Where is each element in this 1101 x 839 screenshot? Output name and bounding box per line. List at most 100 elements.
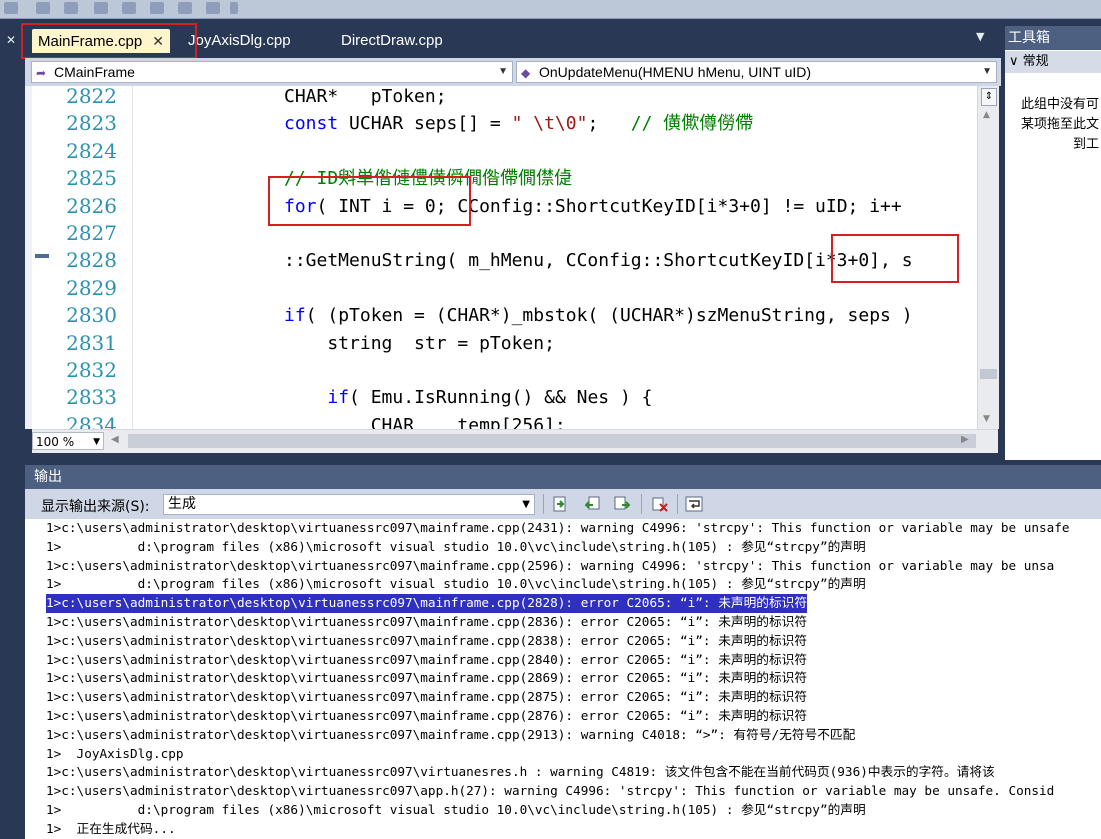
clear-all-icon[interactable]	[651, 495, 669, 513]
code-line: string str = pToken;	[284, 330, 555, 357]
output-line[interactable]: 1>c:\users\administrator\desktop\virtuan…	[46, 688, 1070, 707]
line-number: 2834	[66, 412, 117, 429]
toolbox-empty-text-1: 此组中没有可	[1021, 97, 1100, 112]
horizontal-scroll-thumb[interactable]	[128, 434, 976, 448]
output-text: 1> JoyAxisDlg.cpp	[46, 745, 184, 761]
code-token: string str = pToken;	[284, 332, 555, 354]
close-icon[interactable]: ✕	[6, 33, 16, 47]
output-line[interactable]: 1>c:\users\administrator\desktop\virtuan…	[46, 782, 1070, 801]
chevron-down-icon: ▼	[522, 499, 530, 510]
code-line: CHAR temp[256];	[284, 412, 566, 429]
vertical-scrollbar[interactable]: ⇕ ▲ ▼	[977, 86, 999, 429]
string-token: " \t\0"	[511, 113, 588, 135]
scroll-right-icon[interactable]: ▶	[961, 434, 969, 445]
zoom-value: 100 %	[36, 435, 75, 449]
output-text: 1>c:\users\administrator\desktop\virtuan…	[46, 557, 1055, 573]
code-token: ( (pToken = (CHAR*)_mbstok( (UCHAR*)szMe…	[305, 305, 913, 327]
redo-icon[interactable]	[64, 2, 78, 14]
scroll-thumb[interactable]	[980, 369, 997, 379]
code-token: CHAR* pToken;	[284, 86, 447, 107]
highlight-box-active-tab	[21, 23, 197, 59]
zoom-selector[interactable]: 100 % ▼	[32, 432, 104, 450]
collapse-icon[interactable]: ∨	[1009, 54, 1023, 69]
tab-list-dropdown-icon[interactable]: ▼	[976, 30, 984, 43]
output-text-area[interactable]: 1>c:\users\administrator\desktop\virtuan…	[25, 519, 1101, 839]
toolbox-empty-text-2: 某项拖至此文	[1021, 117, 1100, 132]
toolbar-divider	[677, 494, 678, 514]
bookmark-icon[interactable]	[150, 2, 164, 14]
clear-bookmarks-icon[interactable]	[206, 2, 220, 14]
highlight-box-for-statement	[268, 176, 471, 226]
tab-label: DirectDraw.cpp	[341, 32, 443, 49]
output-line[interactable]: 1>c:\users\administrator\desktop\virtuan…	[46, 669, 1070, 688]
output-text: 1>c:\users\administrator\desktop\virtuan…	[46, 670, 808, 686]
toolbar-overflow-icon[interactable]	[230, 2, 238, 14]
editor-margin	[25, 86, 32, 429]
line-number: 2832	[66, 358, 117, 382]
scroll-up-icon[interactable]: ▲	[983, 110, 990, 120]
output-text: 1>c:\users\administrator\desktop\virtuan…	[46, 520, 1070, 535]
output-panel-title: 输出	[25, 465, 1101, 489]
output-text: 1>c:\users\administrator\desktop\virtuan…	[46, 632, 808, 648]
output-line[interactable]: 1>c:\users\administrator\desktop\virtuan…	[46, 707, 1070, 726]
line-number: 2824	[66, 138, 117, 163]
next-message-icon[interactable]	[613, 495, 631, 513]
chevron-down-icon: ▼	[93, 437, 100, 447]
line-number: 2822	[66, 86, 117, 108]
class-selector[interactable]: ➦ CMainFrame ▼	[31, 61, 513, 83]
line-number: 2828	[66, 248, 117, 273]
output-source-select[interactable]: 生成 ▼	[163, 494, 535, 515]
output-line[interactable]: 1>c:\users\administrator\desktop\virtuan…	[46, 557, 1070, 576]
toolbox-group-general[interactable]: ∨ 常规	[1005, 51, 1101, 73]
class-selector-value: CMainFrame	[54, 64, 135, 80]
output-text: 1>c:\users\administrator\desktop\virtuan…	[46, 783, 1055, 799]
group-label: 常规	[1022, 54, 1049, 69]
output-line[interactable]: 1> 正在生成代码...	[46, 820, 1070, 839]
output-text: 1> d:\program files (x86)\microsoft visu…	[46, 576, 866, 592]
code-token: ;	[587, 113, 631, 135]
output-text: 1>c:\users\administrator\desktop\virtuan…	[46, 764, 995, 780]
code-line: if( Emu.IsRunning() && Nes ) {	[284, 384, 652, 411]
highlight-box-index-expression	[831, 234, 959, 283]
next-bookmark-icon[interactable]	[178, 2, 192, 14]
output-line[interactable]: 1>c:\users\administrator\desktop\virtuan…	[46, 726, 1070, 745]
code-token: UCHAR seps[] =	[338, 113, 512, 135]
output-text: 1>c:\users\administrator\desktop\virtuan…	[46, 689, 808, 705]
class-icon: ➦	[36, 66, 47, 80]
output-line[interactable]: 1>c:\users\administrator\desktop\virtuan…	[46, 519, 1070, 538]
output-line[interactable]: 1>c:\users\administrator\desktop\virtuan…	[46, 632, 1070, 651]
tab-directdraw[interactable]: DirectDraw.cpp	[341, 29, 443, 53]
output-text: 1> d:\program files (x86)\microsoft visu…	[46, 801, 866, 817]
code-line: if( (pToken = (CHAR*)_mbstok( (UCHAR*)sz…	[284, 302, 913, 329]
navigation-bar: ➦ CMainFrame ▼ ◆ OnUpdateMenu(HMENU hMenu,…	[25, 58, 1001, 86]
split-window-icon[interactable]: ⇕	[981, 88, 997, 106]
go-to-error-icon[interactable]	[551, 495, 569, 513]
line-number: 2831	[66, 330, 117, 355]
navigate-forward-icon[interactable]	[122, 2, 136, 14]
output-lines: 1>c:\users\administrator\desktop\virtuan…	[46, 519, 1070, 839]
scroll-down-icon[interactable]: ▼	[983, 414, 990, 424]
toolbar-divider	[543, 494, 544, 514]
output-line[interactable]: 1>c:\users\administrator\desktop\virtuan…	[46, 613, 1070, 632]
method-selector[interactable]: ◆ OnUpdateMenu(HMENU hMenu, UINT uID) ▼	[516, 61, 997, 83]
code-token: ( Emu.IsRunning() && Nes ) {	[349, 387, 653, 409]
undo-icon[interactable]	[36, 2, 50, 14]
method-icon: ◆	[521, 66, 531, 80]
toolbar-button-icon[interactable]	[4, 2, 18, 14]
output-line[interactable]: 1>c:\users\administrator\desktop\virtuan…	[46, 594, 1070, 613]
output-line[interactable]: 1> d:\program files (x86)\microsoft visu…	[46, 801, 1070, 820]
tab-joyaxisdlg[interactable]: JoyAxisDlg.cpp	[188, 29, 291, 53]
keyword-token: if	[327, 387, 350, 409]
scroll-left-icon[interactable]: ◀	[111, 434, 119, 445]
horizontal-scroll-bar: 100 % ▼ ◀ ▶	[32, 429, 998, 453]
output-line[interactable]: 1> d:\program files (x86)\microsoft visu…	[46, 538, 1070, 557]
word-wrap-icon[interactable]	[685, 495, 703, 513]
toolbar-divider	[641, 494, 642, 514]
output-line[interactable]: 1> d:\program files (x86)\microsoft visu…	[46, 575, 1070, 594]
output-line[interactable]: 1>c:\users\administrator\desktop\virtuan…	[46, 763, 1070, 782]
output-line[interactable]: 1> JoyAxisDlg.cpp	[46, 745, 1070, 764]
output-line[interactable]: 1>c:\users\administrator\desktop\virtuan…	[46, 651, 1070, 670]
navigate-back-icon[interactable]	[94, 2, 108, 14]
previous-message-icon[interactable]	[585, 495, 603, 513]
